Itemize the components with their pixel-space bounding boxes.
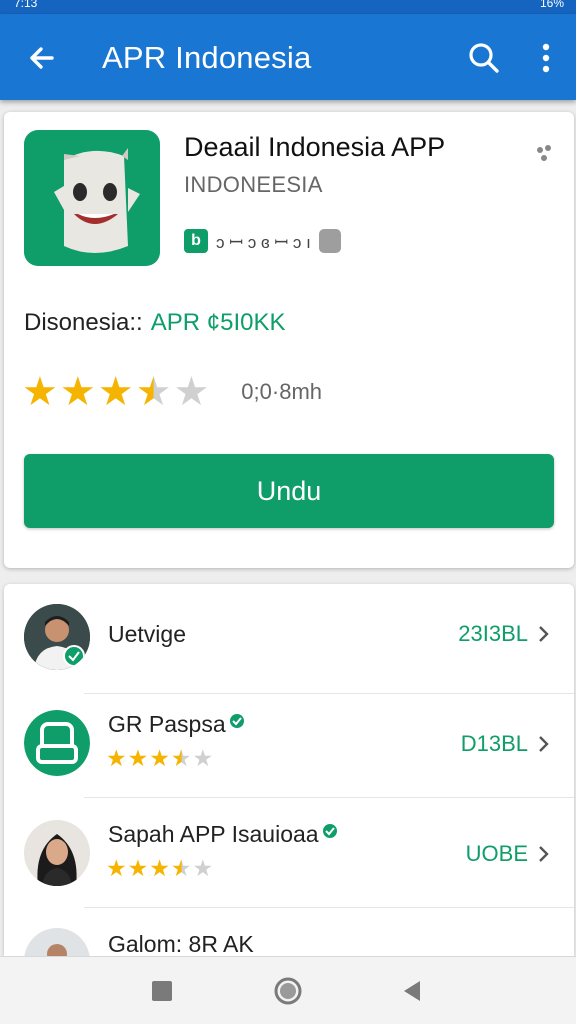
star-icon: ★ <box>170 855 192 881</box>
list-item-stars: ★ ★ ★ ★ ★ <box>106 746 213 770</box>
list-item-value: 23I3BL <box>458 621 528 646</box>
star-icon: ★ <box>192 855 214 881</box>
star-icon: ★ <box>106 855 127 881</box>
star-icon: ★ <box>106 745 127 771</box>
app-icon[interactable] <box>24 130 160 266</box>
rating-meta: 0;0·8mh <box>241 379 323 404</box>
list-item-name: GR Paspsa <box>108 710 246 738</box>
nav-square-icon[interactable] <box>146 975 178 1007</box>
price-label: Disonesia:: <box>24 309 143 336</box>
rating-row: ★ ★ ★ ★ ★ 0;0·8mh <box>22 370 322 414</box>
app-bar: APR Indonesia <box>0 14 576 100</box>
list-item-name: Sapah APP Isauioaa <box>108 820 339 848</box>
rating-stars: ★ ★ ★ ★ ★ <box>22 372 209 412</box>
chevron-right-icon <box>539 846 549 862</box>
battery-level: 16% <box>539 0 564 10</box>
star-icon: ★ <box>127 745 149 771</box>
status-time: 7:13 <box>14 0 38 10</box>
nav-back-icon[interactable] <box>396 975 428 1007</box>
list-item[interactable]: Uetvige 23I3BL <box>4 584 574 694</box>
star-icon: ★ <box>170 745 192 771</box>
list-item-value: D13BL <box>460 731 528 756</box>
app-name: Deaail Indonesia APP <box>184 132 446 162</box>
content-rating-badge: b <box>184 229 208 253</box>
badge-row: b ɔ ꟷ ɔ ɞ ꟷ ɔ ı <box>184 228 341 254</box>
install-button[interactable]: Undu <box>24 454 554 528</box>
list-item-value: UOBE <box>465 841 528 866</box>
status-bar: 7:13 16% <box>0 0 576 14</box>
chevron-right-icon <box>539 736 549 752</box>
app-developer[interactable]: INDONEESIA <box>184 170 323 200</box>
star-icon: ★ <box>149 855 170 881</box>
star-icon: ★ <box>192 745 214 771</box>
app-logo-icon <box>54 148 140 253</box>
list-item[interactable]: GR Paspsa ★ ★ ★ ★ ★ D13BL <box>4 688 574 798</box>
verified-icon <box>322 824 337 838</box>
avatar <box>24 710 90 776</box>
badge-text: ɔ ꟷ ɔ ɞ ꟷ ɔ ı <box>216 232 311 252</box>
list-item[interactable]: Sapah APP Isauioaa ★ ★ ★ ★ ★ UOBE <box>4 798 574 908</box>
price-line: Disonesia:: APR ¢5I0KK <box>24 308 285 338</box>
back-arrow-icon[interactable] <box>22 38 62 78</box>
avatar <box>24 604 90 670</box>
star-icon: ★ <box>22 370 58 414</box>
star-icon: ★ <box>59 370 96 414</box>
star-icon: ★ <box>149 745 170 771</box>
star-icon: ★ <box>97 370 134 414</box>
avatar <box>24 820 90 886</box>
dots-icon[interactable] <box>532 142 556 166</box>
avatar <box>24 928 90 956</box>
nav-circle-icon[interactable] <box>272 975 304 1007</box>
star-icon: ★ <box>173 370 210 414</box>
more-vert-icon[interactable] <box>528 38 564 78</box>
system-nav-bar <box>0 956 576 1024</box>
star-icon: ★ <box>135 370 172 414</box>
list-item-name: Galom: 8R AK <box>108 931 254 956</box>
app-detail-card: Deaail Indonesia APP INDONEESIA b ɔ ꟷ ɔ … <box>4 112 574 568</box>
list-item-name: Uetvige <box>108 621 186 647</box>
info-badge-icon <box>318 229 341 253</box>
price-value: APR ¢5I0KK <box>150 309 286 336</box>
related-apps-list: Uetvige 23I3BL GR Paspsa ★★★★★ D13BL <box>4 584 574 956</box>
chevron-right-icon <box>539 626 549 642</box>
page-title: APR Indonesia <box>102 40 312 75</box>
verified-icon <box>229 714 244 728</box>
star-icon: ★ <box>127 855 149 881</box>
list-item-stars: ★ ★ ★ ★ ★ <box>106 856 213 880</box>
list-item[interactable]: Galom: 8R AK <box>4 908 574 956</box>
search-icon[interactable] <box>464 38 504 78</box>
